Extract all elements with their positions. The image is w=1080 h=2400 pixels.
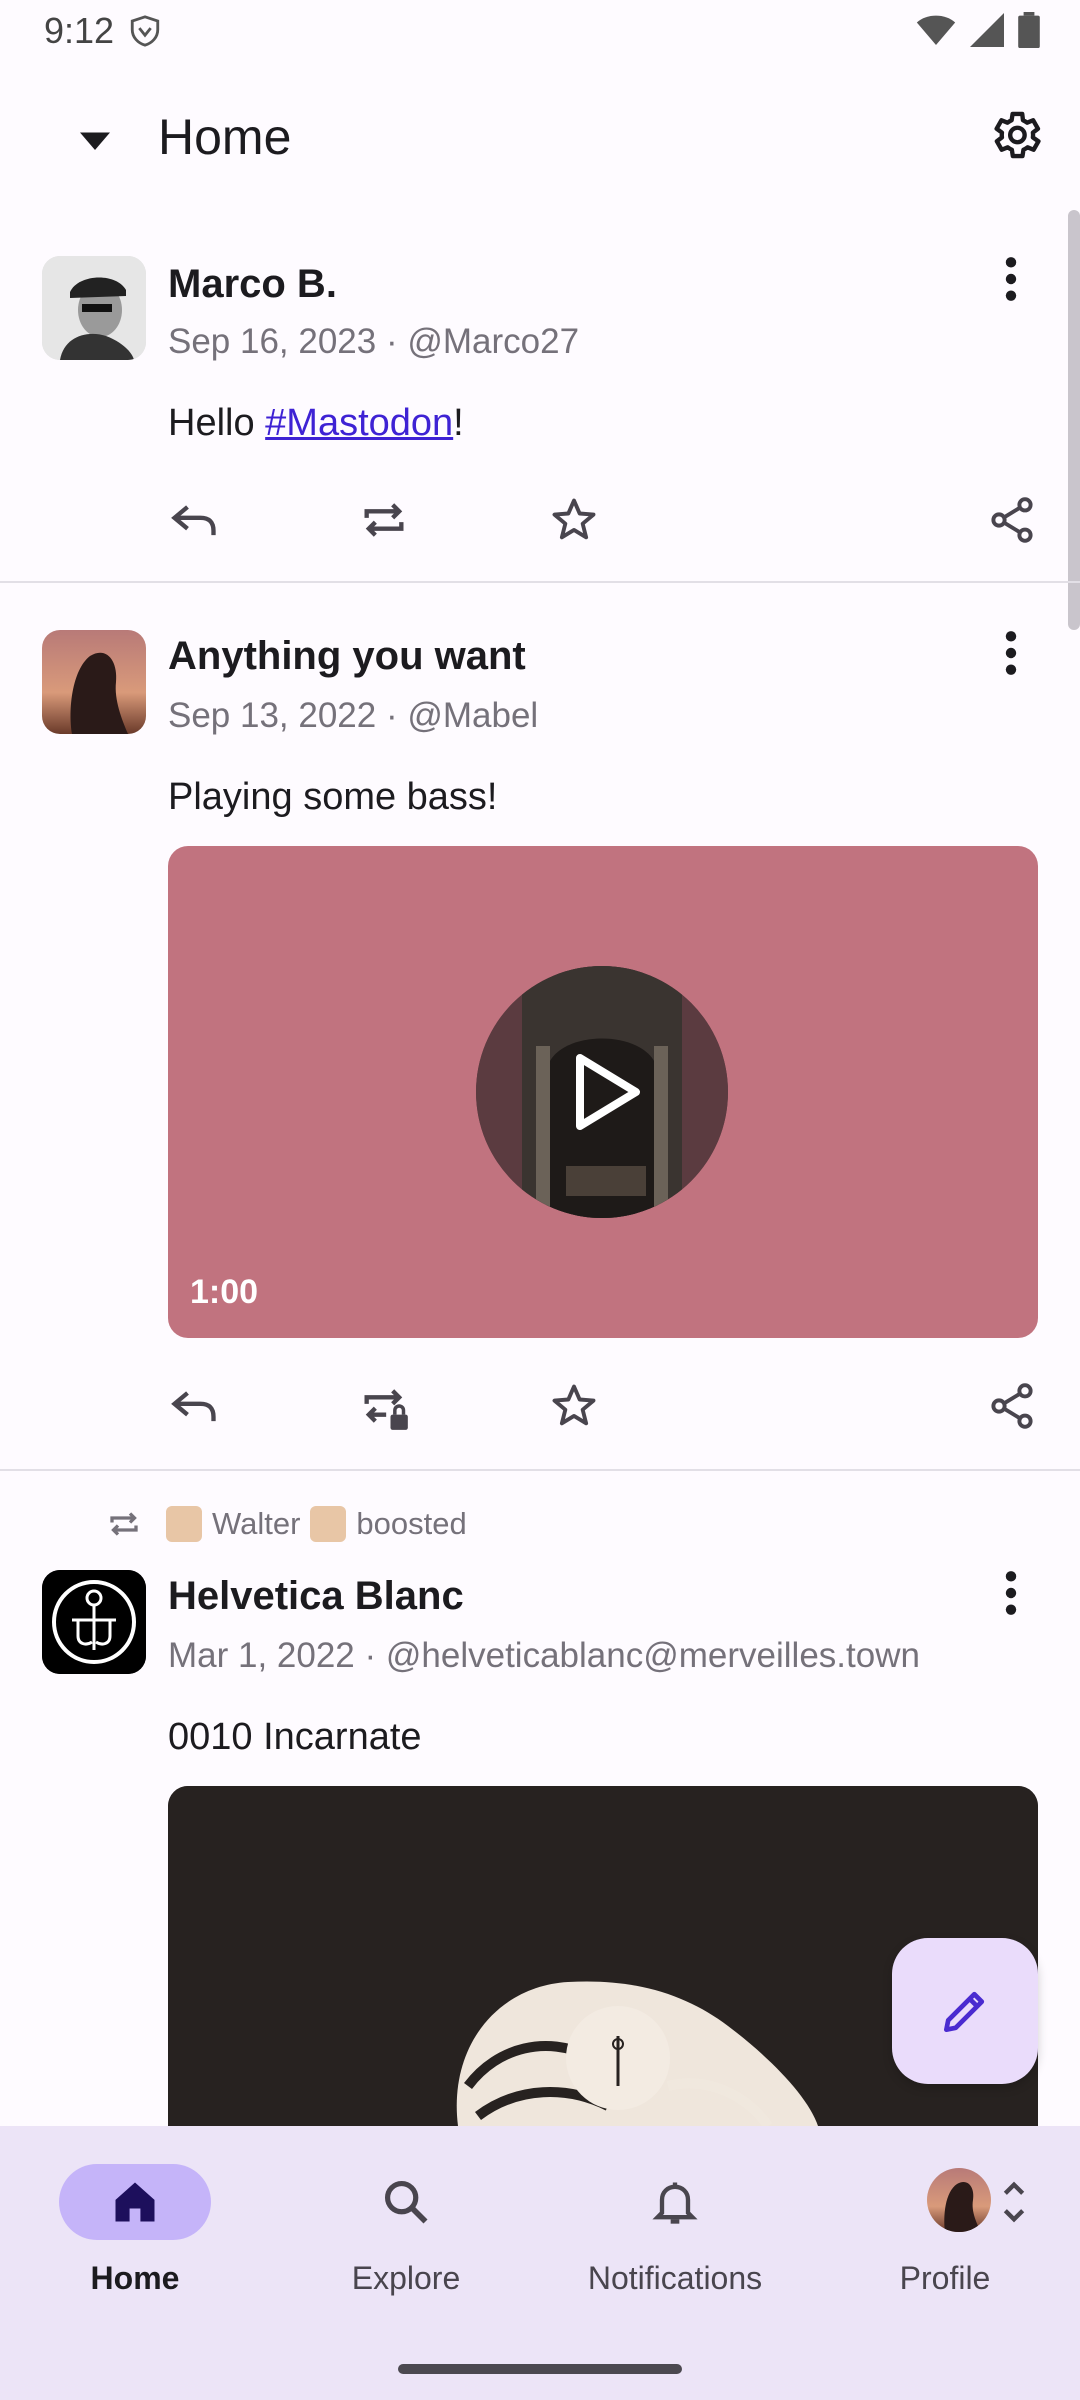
reply-icon[interactable] [168,1380,220,1432]
bell-icon [652,2182,698,2224]
pencil-icon [944,1991,985,2032]
custom-emoji-icon [310,1506,347,1542]
nav-icon-container [330,2164,482,2240]
scrollbar[interactable] [1068,210,1080,630]
avatar[interactable] [42,630,146,734]
status-time: 9:12 [44,10,115,51]
post-meta: Mar 1, 2022 · @helveticablanc@merveilles… [168,1636,920,1675]
chevron-up-down-icon[interactable] [1001,2176,1027,2228]
battery-icon [1018,12,1040,48]
bottom-navigation: Home Explore Notifications Profile [0,2126,1080,2400]
post-content-text: Hello [168,402,266,444]
reply-icon[interactable] [168,494,220,546]
nav-home[interactable]: Home [25,2156,245,2316]
share-icon[interactable] [986,1380,1038,1432]
post-meta: Sep 16, 2023 · @Marco27 [168,322,580,361]
nav-explore[interactable]: Explore [296,2156,516,2316]
play-icon[interactable] [572,1052,644,1132]
favourite-star-icon[interactable] [548,1380,600,1432]
share-icon[interactable] [986,494,1038,546]
boost-icon [110,1512,138,1536]
boost-indicator[interactable]: Walter boosted [106,1502,467,1546]
page-title: Home [158,109,292,165]
avatar[interactable] [42,256,146,360]
wifi-icon [916,15,956,45]
boost-username[interactable]: Walter [212,1506,300,1542]
nav-profile[interactable]: Profile [835,2156,1055,2316]
compose-button[interactable] [892,1938,1038,2084]
nav-label: Notifications [587,2260,763,2296]
hashtag-link[interactable]: #Mastodon [265,402,453,444]
boost-icon[interactable] [358,494,410,546]
nav-icon-container [869,2164,1025,2240]
video-duration: 1:00 [190,1273,259,1311]
nav-label: Home [90,2260,180,2296]
post-meta: Sep 13, 2022 · @Mabel [168,696,539,735]
post-divider [0,581,1080,583]
boost-locked-icon[interactable] [358,1380,410,1432]
avatar [927,2168,991,2232]
post-author-name[interactable]: Marco B. [168,262,337,307]
post-divider [0,1469,1080,1471]
home-icon [115,2182,155,2222]
post-content: Hello #Mastodon! [168,402,464,445]
more-options-icon[interactable] [996,1568,1026,1618]
settings-gear-icon[interactable] [986,106,1044,164]
post-content-text: ! [453,402,464,444]
post-content: 0010 Incarnate [168,1716,422,1758]
home-gesture-bar[interactable] [398,2364,682,2374]
post-author-name[interactable]: Helvetica Blanc [168,1574,464,1619]
post-author-name[interactable]: Anything you want [168,634,526,679]
nav-icon-container [599,2164,751,2240]
search-icon [384,2180,428,2224]
custom-emoji-icon [166,1506,202,1542]
more-options-icon[interactable] [996,628,1026,678]
boost-label: boosted [356,1506,467,1541]
nav-label: Explore [351,2260,461,2296]
signal-icon [970,13,1004,47]
favourite-star-icon[interactable] [548,494,600,546]
video-attachment[interactable]: 1:00 [168,846,1038,1338]
nav-label: Profile [899,2260,991,2296]
vpn-shield-icon [130,15,160,47]
more-options-icon[interactable] [996,254,1026,304]
avatar[interactable] [42,1570,146,1674]
account-dropdown-icon[interactable] [70,120,120,160]
nav-notifications[interactable]: Notifications [565,2156,785,2316]
nav-selected-indicator [59,2164,211,2240]
post-content: Playing some bass! [168,776,498,818]
video-thumbnail [476,966,728,1218]
